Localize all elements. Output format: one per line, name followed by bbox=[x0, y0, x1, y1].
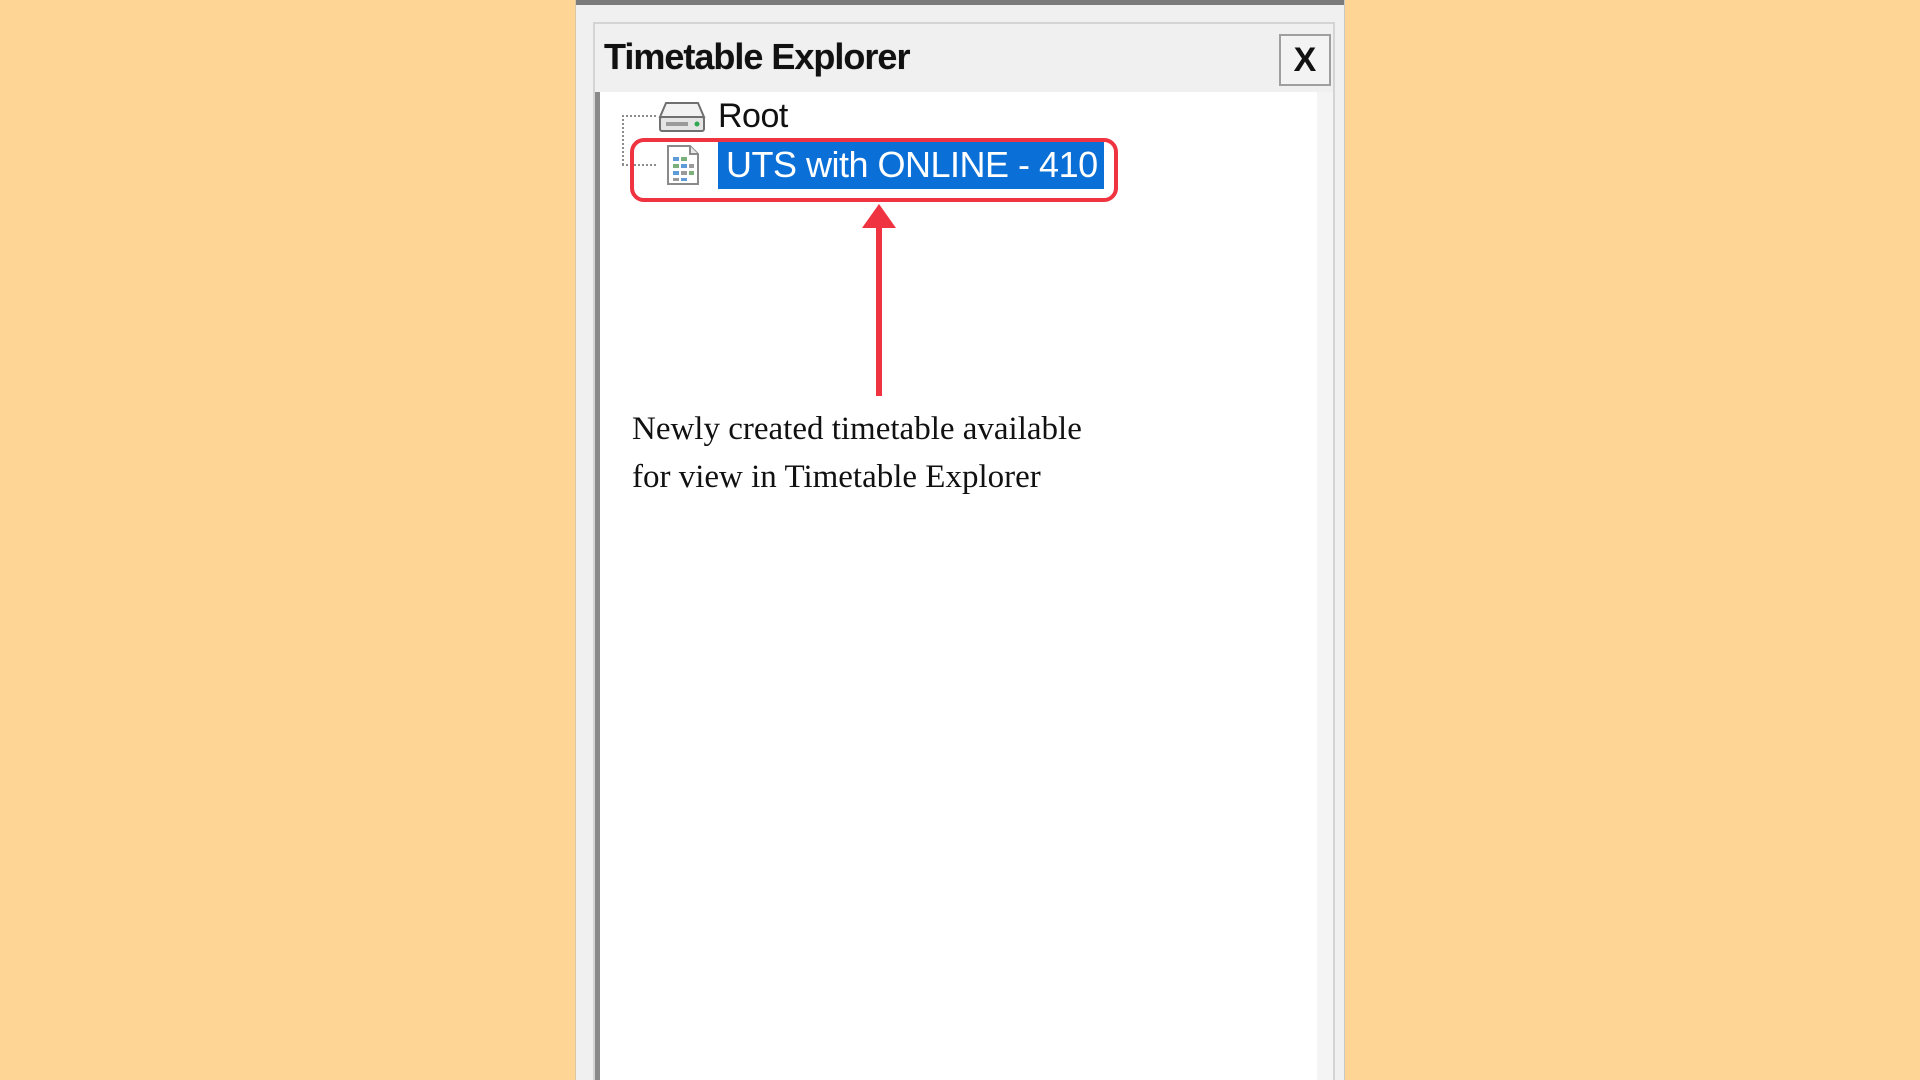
tree-view[interactable]: Root UTS with ONLINE - 410 bbox=[595, 92, 1333, 1080]
annotation-line-1: Newly created timetable available bbox=[632, 411, 1082, 447]
annotation-arrow bbox=[876, 210, 882, 396]
tree-item-label-selected: UTS with ONLINE - 410 bbox=[718, 141, 1104, 189]
close-button-label: X bbox=[1293, 41, 1317, 79]
tree-item-timetable[interactable]: UTS with ONLINE - 410 bbox=[658, 141, 1104, 189]
tree-item-root[interactable]: Root bbox=[658, 94, 788, 138]
close-button[interactable]: X bbox=[1279, 34, 1331, 86]
page-background: Timetable Explorer X Root UTS with ONLIN… bbox=[0, 0, 1920, 1080]
tree-connector-line bbox=[622, 115, 656, 117]
timetable-explorer-panel: Timetable Explorer X Root UTS with ONLIN… bbox=[593, 22, 1335, 1080]
tree-connector-line bbox=[622, 164, 656, 166]
tree-connector-line bbox=[622, 115, 624, 165]
drive-icon bbox=[658, 102, 706, 132]
timetable-document-icon bbox=[667, 145, 699, 185]
annotation-line-2: for view in Timetable Explorer bbox=[632, 459, 1041, 495]
annotation-text: Newly created timetable available for vi… bbox=[632, 405, 1152, 501]
timetable-explorer-screenshot: Timetable Explorer X Root UTS with ONLIN… bbox=[575, 0, 1345, 1080]
panel-title-bar: Timetable Explorer X bbox=[595, 24, 1333, 92]
panel-title: Timetable Explorer bbox=[604, 36, 910, 77]
tree-item-label: Root bbox=[718, 96, 788, 135]
